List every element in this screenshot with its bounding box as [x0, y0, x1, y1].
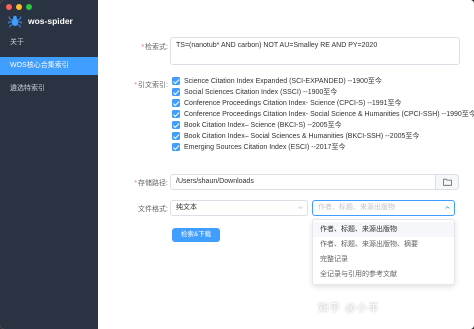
citation-label: Book Citation Index– Science (BKCI-S) --…	[184, 122, 342, 129]
sidebar-item-about[interactable]: 关于	[0, 34, 98, 52]
citation-checkbox-row[interactable]: Science Citation Index Expanded (SCI-EXP…	[172, 76, 382, 86]
sidebar-item-wos-core[interactable]: WOS核心合集索引	[0, 57, 98, 75]
main-panel: *检索式: TS=(nanotub* AND carbon) NOT AU=Sm…	[98, 0, 474, 329]
folder-icon	[442, 178, 452, 186]
checkbox-icon[interactable]	[172, 110, 180, 118]
citation-label: Social Sciences Citation Index (SSCI) --…	[184, 89, 338, 96]
citation-label: Science Citation Index Expanded (SCI-EXP…	[184, 78, 382, 85]
sidebar: wos-spider 关于 WOS核心合集索引 遴选特索引	[0, 0, 98, 329]
file-format-value: 纯文本	[176, 204, 197, 211]
storage-path-label: *存储路径:	[134, 180, 168, 187]
browse-folder-button[interactable]	[435, 174, 459, 190]
citation-label: Emerging Sources Citation Index (ESCI) -…	[184, 144, 346, 151]
app-title: wos-spider	[28, 16, 73, 26]
citation-checkbox-row[interactable]: Conference Proceedings Citation Index- S…	[172, 109, 474, 119]
citation-checkbox-row[interactable]: Conference Proceedings Citation Index- S…	[172, 98, 402, 108]
citation-index-label-text: 引文索引:	[138, 82, 168, 89]
app-window: wos-spider 关于 WOS核心合集索引 遴选特索引 *检索式: TS=(…	[0, 0, 474, 329]
checkbox-icon[interactable]	[172, 77, 180, 85]
checkbox-icon[interactable]	[172, 143, 180, 151]
search-label-text: 检索式:	[145, 44, 168, 51]
file-format-label: 文件格式:	[98, 204, 168, 214]
spider-icon	[8, 15, 22, 28]
checkbox-icon[interactable]	[172, 88, 180, 96]
sidebar-item-selected-index[interactable]: 遴选特索引	[0, 80, 98, 98]
checkbox-icon[interactable]	[172, 121, 180, 129]
citation-checkbox-row[interactable]: Book Citation Index– Social Sciences & H…	[172, 131, 419, 141]
citation-label: Conference Proceedings Citation Index- S…	[184, 111, 474, 118]
file-format-label-text: 文件格式:	[138, 206, 168, 213]
app-header: wos-spider	[0, 10, 98, 32]
storage-path-label-text: 存储路径:	[138, 180, 168, 187]
citation-label: Conference Proceedings Citation Index- S…	[184, 100, 402, 107]
file-format-select[interactable]: 纯文本	[170, 200, 308, 216]
record-content-dropdown: 作者、标题、来源出版物 作者、标题、来源出版物、摘要 完整记录 全记录与引用的参…	[312, 219, 455, 285]
citation-checkbox-row[interactable]: Book Citation Index– Science (BKCI-S) --…	[172, 120, 342, 130]
citation-checkbox-row[interactable]: Emerging Sources Citation Index (ESCI) -…	[172, 142, 345, 152]
checkbox-icon[interactable]	[172, 132, 180, 140]
citation-label: Book Citation Index– Social Sciences & H…	[184, 133, 420, 140]
chevron-up-icon	[445, 205, 450, 209]
search-query-input[interactable]: TS=(nanotub* AND carbon) NOT AU=Smalley …	[170, 37, 460, 65]
dropdown-option[interactable]: 作者、标题、来源出版物、摘要	[313, 237, 454, 252]
search-download-button[interactable]: 检索&下载	[172, 228, 220, 242]
search-label: *检索式:	[141, 44, 168, 51]
record-content-placeholder: 作者、标题、来源出版物	[318, 204, 395, 211]
dropdown-option[interactable]: 作者、标题、来源出版物	[313, 222, 454, 237]
checkbox-icon[interactable]	[172, 99, 180, 107]
watermark: 知乎 @小羊	[318, 302, 380, 314]
dropdown-option[interactable]: 全记录与引用的参考文献	[313, 267, 454, 282]
storage-path-input[interactable]: /Users/shaun/Downloads	[170, 174, 436, 190]
dropdown-option[interactable]: 完整记录	[313, 252, 454, 267]
record-content-select[interactable]: 作者、标题、来源出版物	[312, 200, 455, 216]
chevron-down-icon	[298, 206, 303, 210]
citation-checkbox-row[interactable]: Social Sciences Citation Index (SSCI) --…	[172, 87, 337, 97]
citation-index-label: *引文索引:	[134, 82, 168, 89]
